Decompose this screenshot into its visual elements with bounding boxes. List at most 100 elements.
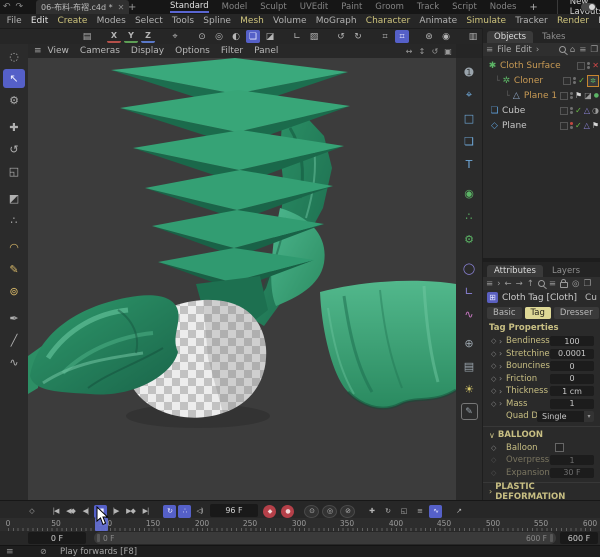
deformer-wing-icon[interactable]: ∿: [459, 305, 479, 323]
plane-primitive-icon[interactable]: □: [459, 109, 479, 127]
generator-gear-icon[interactable]: ⚙: [459, 230, 479, 248]
light-object-icon[interactable]: ☀: [459, 380, 479, 398]
home-icon[interactable]: ⌂: [570, 45, 575, 55]
rotate-left-icon[interactable]: ↺: [334, 30, 348, 43]
menu-tools[interactable]: Tools: [167, 16, 198, 26]
render-region-button[interactable]: ◎: [212, 30, 226, 43]
axis-x-lock[interactable]: X: [107, 30, 121, 43]
target-b-icon[interactable]: ◉: [439, 30, 453, 43]
cube-primitive-icon[interactable]: ❏: [459, 132, 479, 150]
object-row-cube[interactable]: ❏ Cube ✓ △ ◑: [483, 103, 600, 118]
material-dot-icon[interactable]: ●: [594, 92, 599, 99]
redo-icon[interactable]: ↷: [16, 2, 24, 12]
coordinate-icon[interactable]: ⌖: [459, 86, 479, 104]
forward-arrow-icon[interactable]: →: [516, 279, 523, 289]
objects-edit-menu[interactable]: Edit: [515, 45, 531, 55]
sound-button[interactable]: ◁): [193, 505, 206, 518]
mode-tab-basic[interactable]: Basic: [487, 307, 522, 319]
objects-more-chevron[interactable]: ›: [536, 45, 539, 55]
flag-tag-icon[interactable]: ⚑: [575, 91, 582, 100]
search-icon[interactable]: [559, 46, 566, 53]
autokey-button[interactable]: ●: [281, 505, 294, 518]
record-position-toggle[interactable]: ✚: [365, 505, 378, 518]
range-slider[interactable]: 0 F 600 F: [94, 532, 556, 544]
visibility-dots[interactable]: [570, 107, 573, 114]
array-generator-icon[interactable]: ∴: [459, 207, 479, 225]
snap-off-button[interactable]: ⌗: [378, 30, 392, 43]
material-pencil-icon[interactable]: ✎: [461, 403, 478, 420]
enable-checkbox[interactable]: [560, 122, 568, 130]
enabled-check-icon[interactable]: ✓: [578, 76, 585, 85]
filter-icon[interactable]: ≡: [549, 279, 556, 289]
object-row-cloth-surface[interactable]: ✱ Cloth Surface ✕: [483, 58, 600, 73]
cloth-tag-selected-icon[interactable]: ✲: [587, 75, 599, 87]
selection-move-tool[interactable]: ◩: [3, 189, 25, 208]
coord-system-icon[interactable]: ⌖: [168, 30, 182, 43]
layout-tab-track[interactable]: Track: [417, 2, 439, 12]
arc-pen-tool[interactable]: ◠: [3, 238, 25, 257]
object-row-plane-1[interactable]: └ △ Plane 1 ⚑ ◪ ●: [483, 88, 600, 103]
keyframe-dot-icon[interactable]: ◇: [491, 375, 499, 383]
expand-caret-icon[interactable]: ›: [499, 399, 506, 408]
goto-end-button[interactable]: ▶|: [139, 505, 152, 518]
plastic-deformation-header[interactable]: › PLASTIC DEFORMATION: [483, 482, 600, 498]
pen-square-tool[interactable]: ✎: [3, 260, 25, 279]
axis-z-lock[interactable]: Z: [141, 30, 155, 43]
menu-mesh[interactable]: Mesh: [236, 16, 269, 26]
sky-object-icon[interactable]: ⊕: [459, 334, 479, 352]
spline-circle-icon[interactable]: ◯: [459, 259, 479, 277]
layout-toggle-switch[interactable]: [581, 3, 596, 11]
menu-render[interactable]: Render: [552, 16, 593, 26]
undo-icon[interactable]: ↶: [3, 2, 11, 12]
range-start-field[interactable]: 0 F: [28, 532, 86, 544]
viewport-3d[interactable]: [28, 58, 456, 500]
menu-extensions[interactable]: Extensions: [594, 16, 600, 26]
current-frame-field[interactable]: 96 F: [210, 504, 258, 517]
disabled-cross-icon[interactable]: ✕: [592, 61, 599, 70]
pla-button[interactable]: ⊘: [340, 505, 355, 518]
visibility-dots[interactable]: [587, 62, 590, 69]
mode-texture-button[interactable]: ◪: [263, 30, 277, 43]
menu-animate[interactable]: Animate: [415, 16, 462, 26]
fcurve-button[interactable]: ↗: [452, 505, 465, 518]
export-icon[interactable]: ❐: [583, 279, 591, 289]
snap-on-button[interactable]: ⌗: [395, 30, 409, 43]
record-button[interactable]: ◆: [263, 505, 276, 518]
menu-create[interactable]: Create: [53, 16, 92, 26]
layout-tab-model[interactable]: Model: [222, 2, 248, 12]
phong-tag-icon[interactable]: ◪: [584, 91, 592, 100]
close-icon[interactable]: ✕: [118, 3, 125, 12]
new-document-tab-button[interactable]: +: [128, 0, 136, 14]
object-row-plane[interactable]: ◇ Plane ✓ △ ⚑: [483, 118, 600, 133]
pen-circles-tool[interactable]: ⊚: [3, 282, 25, 301]
bendiness-field[interactable]: 100: [550, 336, 594, 346]
viewport-hamburger-icon[interactable]: ≡: [34, 46, 42, 56]
loop-button[interactable]: ↻: [163, 505, 176, 518]
scale-tool[interactable]: ◱: [3, 162, 25, 181]
prev-frame-button[interactable]: ◀|: [79, 505, 92, 518]
text-spline-icon[interactable]: T: [459, 155, 479, 173]
search-icon[interactable]: [538, 280, 545, 287]
overpressure-field[interactable]: 1: [550, 455, 594, 465]
bounciness-field[interactable]: 0: [550, 361, 594, 371]
vp-menu-options[interactable]: Options: [175, 46, 210, 56]
lock-keyframes-button[interactable]: ◎: [322, 505, 337, 518]
layout-tab-sculpt[interactable]: Sculpt: [260, 2, 287, 12]
thickness-field[interactable]: 1 cm: [550, 386, 594, 396]
tab-objects[interactable]: Objects: [487, 31, 533, 43]
keyframe-dot-icon[interactable]: ◇: [491, 400, 499, 408]
render-settings-button[interactable]: ◐: [229, 30, 243, 43]
timeline-ruler[interactable]: 050100150200250300350400450500550600: [0, 518, 600, 531]
dolly-icon[interactable]: ↕: [417, 47, 427, 56]
menu-spline[interactable]: Spline: [199, 16, 236, 26]
keyframe-dot-icon[interactable]: ◇: [491, 387, 499, 395]
layout-tab-groom[interactable]: Groom: [375, 2, 404, 12]
next-key-button[interactable]: ▶◆: [124, 505, 137, 518]
back-arrow-icon[interactable]: ←: [505, 279, 512, 289]
expand-caret-icon[interactable]: ›: [499, 349, 506, 358]
enable-checkbox[interactable]: [577, 62, 585, 70]
brush-tool[interactable]: ✒: [3, 309, 25, 328]
flag-tag-icon[interactable]: ⚑: [592, 121, 599, 130]
add-layout-button[interactable]: +: [529, 2, 537, 13]
rotate-tool[interactable]: ↺: [3, 140, 25, 159]
